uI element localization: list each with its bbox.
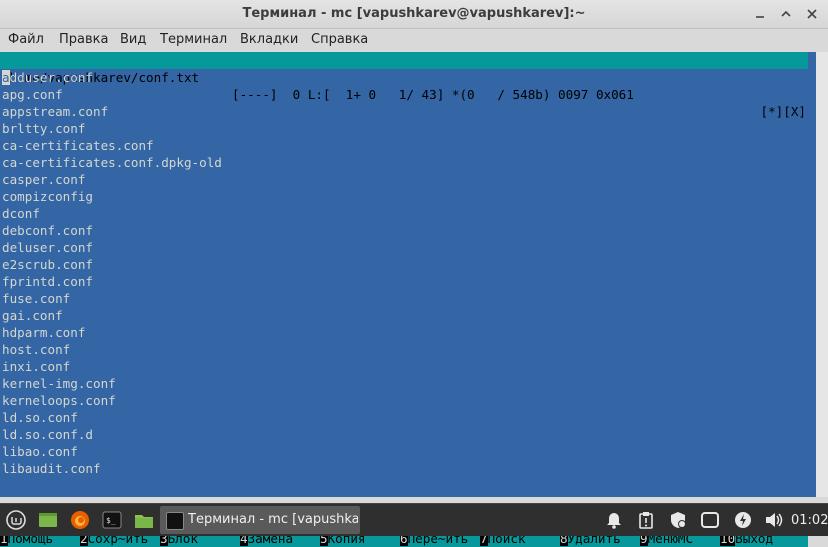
bell-icon[interactable]	[604, 509, 624, 531]
text-line: fuse.conf	[2, 291, 71, 306]
text-line: host.conf	[2, 342, 71, 357]
window-titlebar[interactable]: Терминал - mc [vapushkarev@vapushkarev]:…	[0, 0, 828, 29]
window-icon[interactable]	[700, 509, 720, 531]
text-line: ld.so.conf.d	[2, 427, 93, 442]
clipboard-icon[interactable]	[636, 509, 656, 531]
terminal-icon[interactable]: $_	[101, 509, 123, 531]
terminal-area[interactable]: /home/vapushkarev/conf.txt [----] 0 L:[ …	[0, 52, 816, 547]
menu-view[interactable]: Вид	[120, 32, 146, 47]
menu-terminal[interactable]: Терминал	[160, 32, 227, 47]
close-icon	[807, 9, 817, 19]
close-button[interactable]	[804, 6, 820, 22]
text-line: ca-certificates.conf	[2, 138, 154, 153]
menu-edit[interactable]: Правка	[59, 32, 108, 47]
text-line: e2scrub.conf	[2, 257, 93, 272]
power-icon[interactable]	[733, 509, 753, 531]
text-line: libaudit.conf	[2, 461, 101, 476]
minimize-button[interactable]	[752, 6, 768, 22]
taskbar-item-label: Терминал - mc [vapushka...	[188, 512, 358, 527]
text-line: fprintd.conf	[2, 274, 93, 289]
maximize-button[interactable]	[778, 6, 794, 22]
minimize-icon	[756, 16, 764, 18]
maximize-icon	[781, 10, 791, 17]
clock[interactable]: 01:02	[791, 513, 828, 528]
menu-tabs[interactable]: Вкладки	[240, 32, 298, 47]
terminal-icon	[166, 512, 184, 530]
taskbar-item-terminal[interactable]: Терминал - mc [vapushka...	[160, 506, 360, 534]
text-line: ca-certificates.conf.dpkg-old	[2, 155, 222, 170]
show-desktop-icon[interactable]	[37, 509, 59, 531]
volume-icon[interactable]	[764, 509, 784, 531]
text-line: debconf.conf	[2, 223, 93, 238]
text-line: kerneloops.conf	[2, 393, 116, 408]
menubar: Файл Правка Вид Терминал Вкладки Справка	[0, 29, 828, 51]
text-line: adduser.conf	[2, 70, 93, 85]
text-line: brltty.conf	[2, 121, 86, 136]
taskbar: $_ Терминал - mc [vapushka... 01:02	[0, 503, 828, 536]
text-cursor: a	[2, 70, 10, 85]
text-line: libao.conf	[2, 444, 78, 459]
text-line: inxi.conf	[2, 359, 71, 374]
text-line: compizconfig	[2, 189, 93, 204]
text-line: ld.so.conf	[2, 410, 78, 425]
window-scrollbar[interactable]	[816, 52, 828, 497]
text-line: apg.conf	[2, 87, 63, 102]
text-line: dconf	[2, 206, 40, 221]
menu-help[interactable]: Справка	[311, 32, 368, 47]
firefox-icon[interactable]	[69, 509, 91, 531]
svg-text:$_: $_	[106, 516, 116, 525]
text-line: hdparm.conf	[2, 325, 86, 340]
editor-content[interactable]: adduser.conf apg.conf appstream.conf brltt…	[0, 69, 808, 477]
editor-status-line: /home/vapushkarev/conf.txt [----] 0 L:[ …	[0, 52, 808, 119]
text-line: gai.conf	[2, 308, 63, 323]
text-line: kernel-img.conf	[2, 376, 116, 391]
text-line: deluser.conf	[2, 240, 93, 255]
mint-menu-icon[interactable]	[5, 509, 27, 531]
folder-icon[interactable]	[133, 509, 155, 531]
text-line: appstream.conf	[2, 104, 109, 119]
menu-file[interactable]: Файл	[8, 32, 44, 47]
shield-icon[interactable]	[668, 509, 688, 531]
text-line: casper.conf	[2, 172, 86, 187]
window-title: Терминал - mc [vapushkarev@vapushkarev]:…	[242, 6, 586, 21]
